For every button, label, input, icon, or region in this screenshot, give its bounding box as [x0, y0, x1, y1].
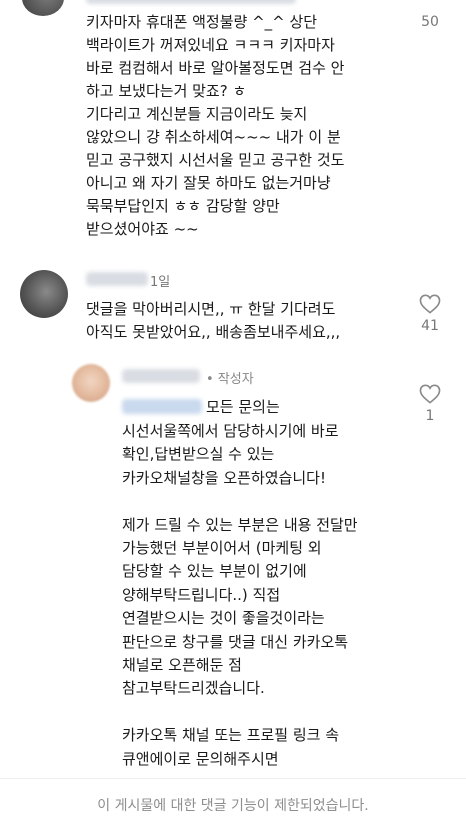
like-button[interactable]: 1	[410, 384, 450, 424]
heart-icon[interactable]	[419, 294, 441, 314]
avatar[interactable]	[20, 270, 68, 318]
reply-first-line: 모든 문의는	[206, 398, 280, 416]
reply-text: 시선서울쪽에서 담당하시기에 바로 확인,답변받으실 수 있는 카카오채널창을 …	[122, 422, 358, 768]
mention-blurred[interactable]	[122, 399, 202, 414]
like-count: 41	[421, 318, 439, 334]
like-button[interactable]: 41	[410, 294, 450, 334]
avatar[interactable]	[72, 364, 110, 402]
comment-text: 키자마자 휴대폰 액정불량 ^_^ 상단 백라이트가 꺼져있네요 ㅋㅋㅋ 키자마…	[86, 13, 345, 238]
like-column[interactable]: 50	[410, 14, 450, 30]
like-count: 1	[425, 408, 435, 424]
comments-restricted-notice: 이 게시물에 대한 댓글 기능이 제한되었습니다.	[0, 778, 466, 830]
username-blurred[interactable]	[122, 369, 200, 383]
notice-text: 이 게시물에 대한 댓글 기능이 제한되었습니다.	[97, 797, 369, 814]
avatar[interactable]	[22, 0, 64, 16]
comment-time: 1일	[150, 275, 171, 290]
heart-icon[interactable]	[419, 384, 441, 404]
username-blurred[interactable]	[86, 0, 296, 4]
like-count: 50	[421, 14, 439, 30]
author-badge: • 작성자	[206, 372, 254, 387]
comment-text: 댓글을 막아버리시면,, ㅠ 한달 기다려도 아직도 못받았어요,, 배송좀보내…	[86, 300, 341, 341]
username-blurred[interactable]	[86, 272, 148, 286]
